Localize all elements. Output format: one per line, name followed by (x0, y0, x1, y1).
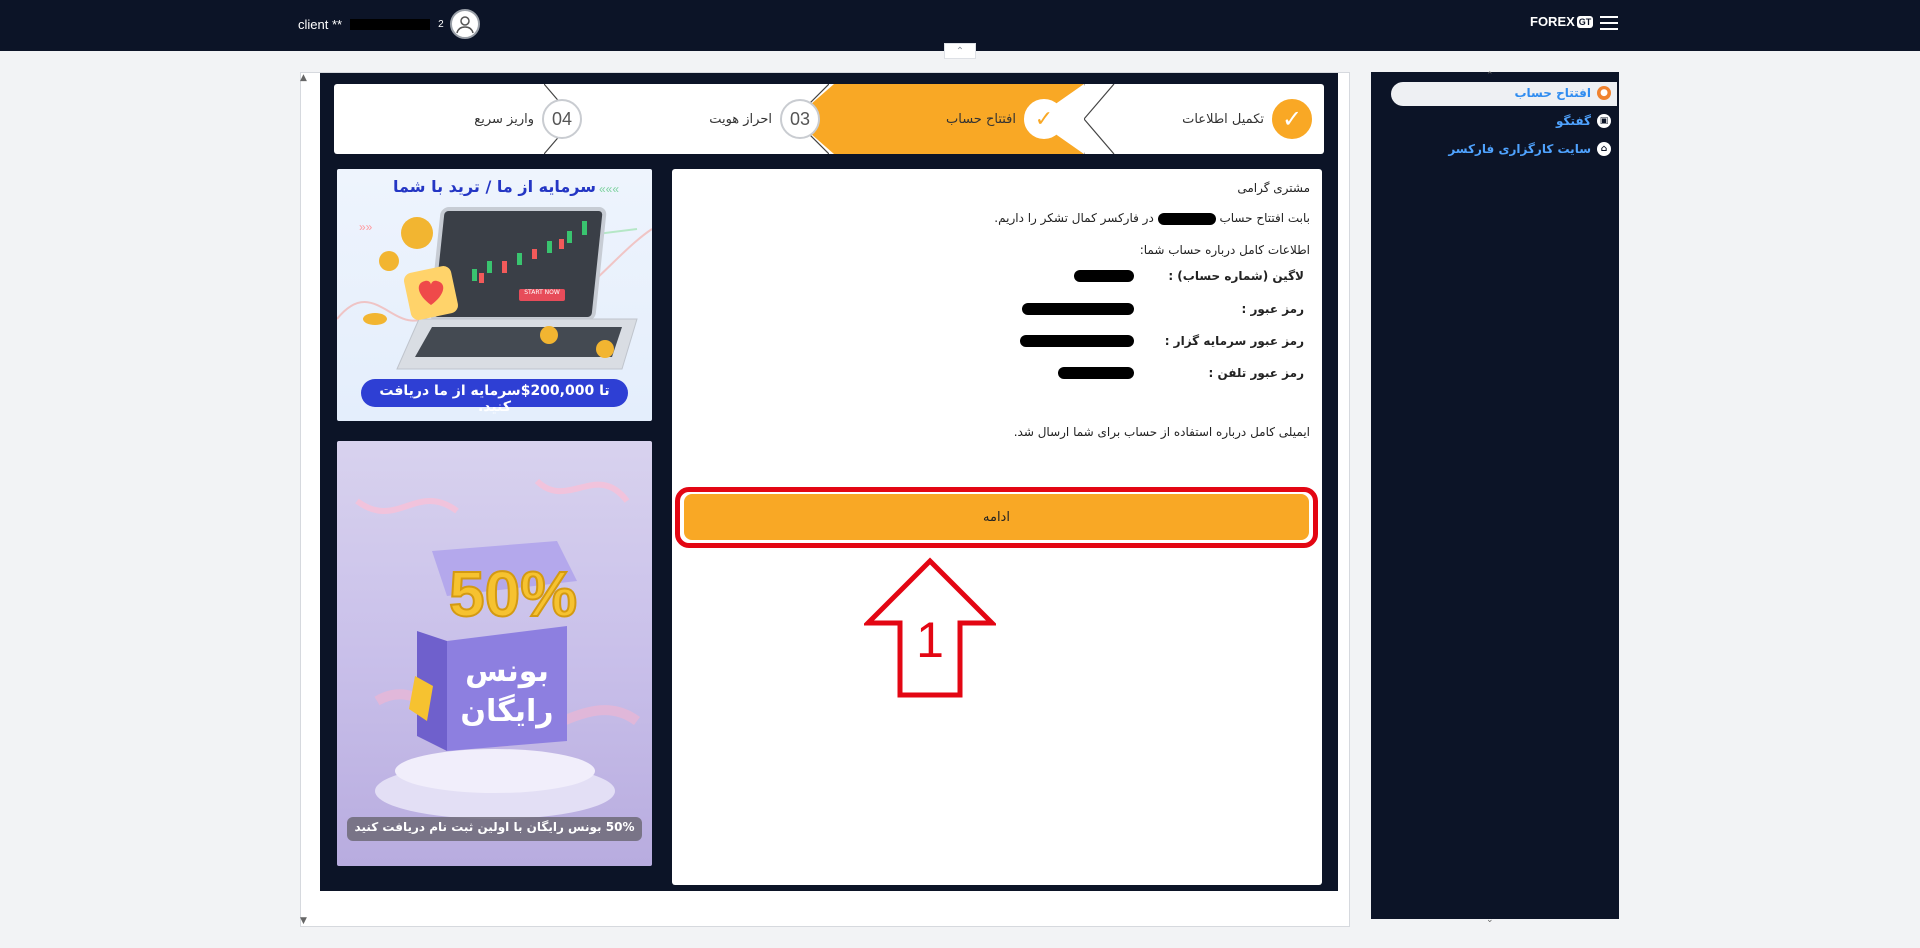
user-icon: ● (1597, 86, 1611, 100)
sidebar-scroll-down-icon[interactable]: ⌄ (1486, 915, 1494, 925)
login-row: لاگین (شماره حساب) : (1074, 269, 1304, 283)
info-title: اطلاعات کامل درباره حساب شما: (1139, 243, 1310, 257)
checkmark-icon: ✓ (1024, 99, 1064, 139)
sidebar: ● افتتاح حساب ▣ گفتگو ⌂ سایت کارگزاری فا… (1371, 72, 1619, 919)
thanks-text: بابت افتتاح حساب در فارکسر کمال تشکر را … (994, 211, 1310, 225)
svg-text:»»: »» (359, 220, 373, 234)
continue-button[interactable]: ادامه (684, 494, 1309, 540)
sidebar-item-label: افتتاح حساب (1514, 86, 1591, 100)
password-row: رمز عبور : (1022, 302, 1304, 316)
step-identity-verification: 03 احراز هویت (709, 84, 820, 154)
sidebar-scroll-up-icon[interactable]: ⌃ (1486, 71, 1494, 81)
redacted-account-type (1157, 212, 1216, 225)
step-number: 04 (542, 99, 582, 139)
annotation-number: 1 (916, 612, 944, 668)
banner-cta: تا 200,000$سرمایه از ما دریافت کنید. (379, 383, 610, 415)
scroll-up-arrow-icon[interactable]: ▲ (300, 73, 307, 83)
progress-stepper: ✓ تکمیل اطلاعات ✓ افتتاح حساب 03 احراز ه… (334, 84, 1324, 154)
step-label: تکمیل اطلاعات (1182, 111, 1264, 127)
sidebar-item-open-account[interactable]: ● افتتاح حساب (1514, 86, 1611, 100)
collapse-header-button[interactable]: ⌃ (944, 43, 976, 59)
chat-icon: ▣ (1597, 114, 1611, 128)
banner-cta: 50% بونس رایگان با اولین ثبت نام دریافت … (354, 820, 635, 834)
redacted-investor-password-value (1020, 335, 1134, 347)
chevron-up-icon: ⌃ (955, 45, 965, 57)
brand-logo[interactable]: FOREX GT (1530, 14, 1594, 29)
investor-password-label: رمز عبور سرمایه گزار : (1164, 334, 1304, 348)
user-label: client ** (298, 16, 343, 32)
sidebar-item-label: گفتگو (1555, 114, 1591, 128)
scroll-down-arrow-icon[interactable]: ▼ (300, 916, 307, 926)
step-complete-info: ✓ تکمیل اطلاعات (1182, 84, 1312, 154)
logo-text: FOREX (1530, 14, 1575, 29)
login-label: لاگین (شماره حساب) : (1168, 269, 1304, 283)
sidebar-item-broker-site[interactable]: ⌂ سایت کارگزاری فارکسر (1448, 142, 1611, 156)
bonus-word: بونس (465, 654, 549, 689)
phone-password-label: رمز عبور تلفن : (1208, 366, 1304, 380)
hamburger-menu-icon[interactable] (1600, 16, 1618, 30)
step-label: افتتاح حساب (946, 111, 1016, 127)
step-open-account: ✓ افتتاح حساب (946, 84, 1064, 154)
step-quick-deposit: 04 واریز سریع (474, 84, 582, 154)
greeting: مشتری گرامی (1237, 181, 1310, 195)
bonus-percent: 50% (449, 558, 577, 630)
sidebar-item-label: سایت کارگزاری فارکسر (1448, 142, 1591, 156)
logo-badge: GT (1576, 15, 1594, 28)
step-divider-icon (1084, 84, 1115, 154)
annotation-arrow-icon: 1 (864, 557, 996, 698)
redacted-password-value (1022, 303, 1134, 315)
step-label: احراز هویت (709, 111, 772, 127)
user-menu[interactable]: client ** 2 (298, 8, 480, 40)
start-now-label: START NOW (524, 289, 560, 296)
home-icon: ⌂ (1597, 142, 1611, 156)
bonus-promo-banner[interactable]: 50% بونس رایگان 50% بونس رایگان با اولین… (337, 441, 652, 866)
investor-password-row: رمز عبور سرمایه گزار : (1020, 334, 1304, 348)
thanks-post: در فارکسر کمال تشکر را داریم. (994, 211, 1154, 225)
thanks-pre: بابت افتتاح حساب (1219, 211, 1310, 225)
email-note: ایمیلی کامل درباره استفاده از حساب برای … (1013, 425, 1310, 439)
avatar-icon[interactable] (449, 9, 480, 39)
capital-promo-banner[interactable]: »» ««« سرمایه از ما / ترید با شما START … (337, 169, 652, 421)
banner-title: سرمایه از ما / ترید با شما (393, 177, 596, 196)
step-number: 03 (780, 99, 820, 139)
password-label: رمز عبور : (1241, 302, 1304, 316)
redacted-login-value (1074, 270, 1134, 282)
user-suffix: 2 (438, 18, 444, 30)
phone-password-row: رمز عبور تلفن : (1058, 366, 1304, 380)
step-label: واریز سریع (474, 111, 534, 127)
checkmark-icon: ✓ (1272, 99, 1312, 139)
free-word: رایگان (460, 693, 553, 729)
redacted-username (350, 18, 431, 30)
redacted-phone-password-value (1058, 367, 1134, 379)
sidebar-item-chat[interactable]: ▣ گفتگو (1556, 114, 1611, 128)
